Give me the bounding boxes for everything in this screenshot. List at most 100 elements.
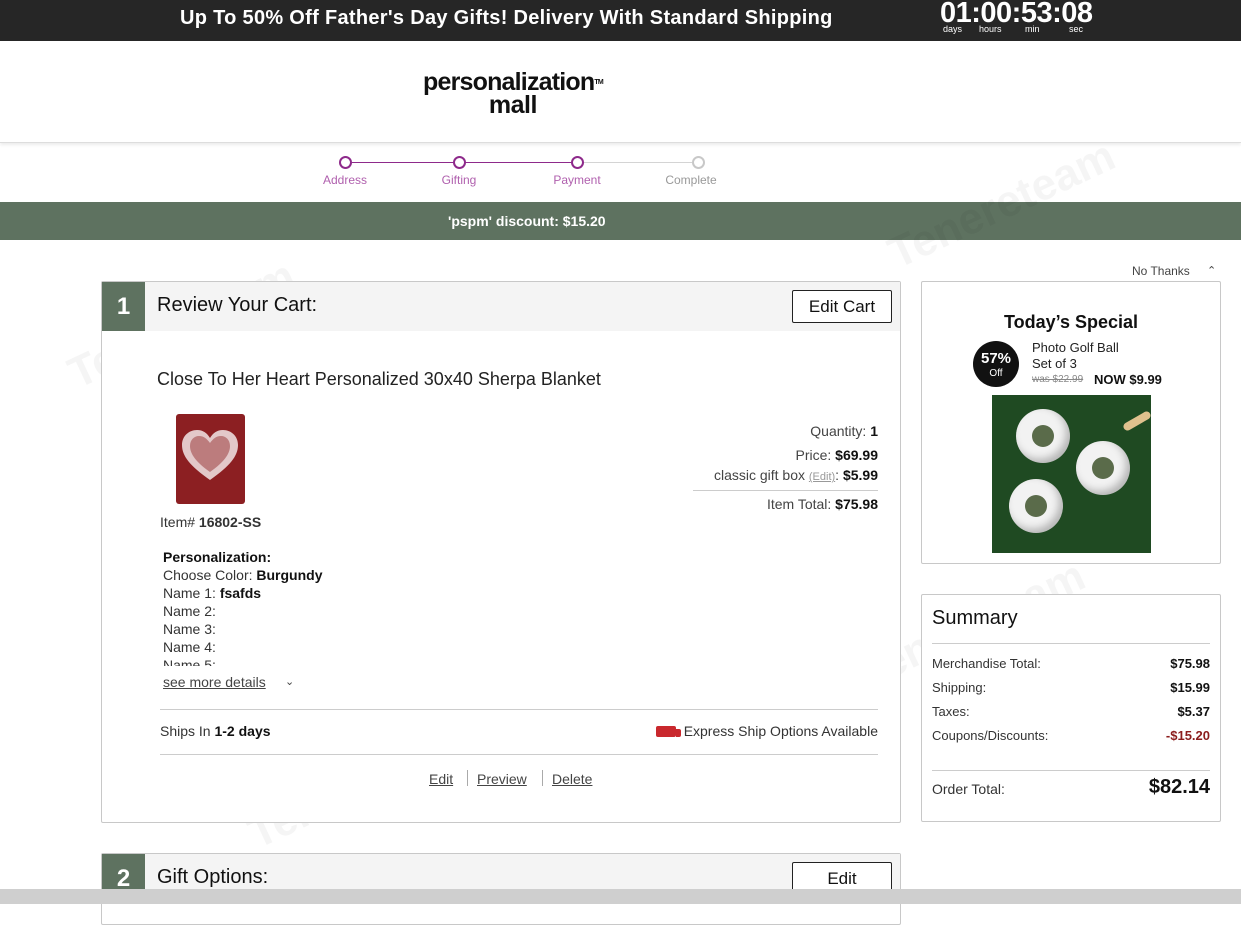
price-breakdown: Quantity: 1 Price: $69.99 classic gift b… — [638, 420, 878, 515]
checkout-progress: Address Gifting Payment Complete — [0, 142, 1241, 202]
divider — [160, 754, 878, 755]
heart-design-icon — [182, 430, 238, 480]
edit-item-link[interactable]: Edit — [429, 771, 453, 787]
name1-value: fsafds — [219, 585, 262, 601]
item-number-label: Item# — [160, 514, 196, 530]
ships-in: Ships In 1-2 days — [160, 723, 271, 739]
name3-label: Name 3: — [163, 621, 216, 637]
divider — [932, 770, 1210, 771]
no-thanks-link[interactable]: No Thanks — [1132, 264, 1190, 278]
logo-tm: TM — [594, 79, 603, 86]
express-ship-info[interactable]: Express Ship Options Available — [655, 723, 878, 739]
delete-item-link[interactable]: Delete — [552, 771, 592, 787]
order-summary-panel: Summary Merchandise Total: $75.98 Shippi… — [921, 594, 1221, 822]
discount-off-label: Off — [989, 368, 1003, 379]
timer-label-days: days — [943, 24, 963, 34]
step-label-gifting[interactable]: Gifting — [442, 173, 477, 187]
step-label-address[interactable]: Address — [323, 173, 367, 187]
price-label: Price: — [795, 447, 832, 463]
step-number: 1 — [102, 282, 145, 331]
item-total-value: $75.98 — [835, 496, 878, 512]
caret-up-icon[interactable]: ⌃ — [1207, 264, 1216, 277]
order-total-value: $82.14 — [1148, 776, 1210, 798]
product-title[interactable]: Close To Her Heart Personalized 30x40 Sh… — [157, 369, 601, 390]
name4-label: Name 4: — [163, 639, 216, 655]
discount-percent: 57% — [980, 350, 1012, 367]
summary-row-shipping: Shipping: $15.99 — [932, 680, 1210, 695]
summary-value: $75.98 — [1170, 656, 1210, 671]
special-name-line-2: Set of 3 — [1032, 356, 1077, 371]
summary-label: Taxes: — [932, 704, 970, 719]
edit-cart-button[interactable]: Edit Cart — [792, 290, 892, 323]
special-name-line-1: Photo Golf Ball — [1032, 340, 1119, 355]
timer-label-sec: sec — [1069, 24, 1084, 34]
discount-text: 'pspm' discount: $15.20 — [448, 213, 606, 229]
special-now-price: NOW $9.99 — [1094, 372, 1162, 387]
quantity-value: 1 — [870, 423, 878, 439]
panel-header: Review Your Cart: — [145, 282, 900, 331]
summary-value: $15.99 — [1170, 680, 1210, 695]
summary-title: Summary — [932, 607, 1018, 629]
ships-value: 1-2 days — [214, 723, 271, 739]
special-title: Today’s Special — [1003, 312, 1139, 332]
price-value: $69.99 — [835, 447, 878, 463]
special-product-name[interactable]: Photo Golf Ball Set of 3 — [1032, 340, 1119, 372]
name5-label: Name 5: — [163, 657, 216, 666]
golf-ball — [1009, 479, 1063, 533]
summary-label: Coupons/Discounts: — [932, 728, 1049, 743]
summary-label: Merchandise Total: — [932, 656, 1041, 671]
panel-title: Review Your Cart: — [157, 294, 318, 316]
divider — [160, 709, 878, 710]
preview-item-link[interactable]: Preview — [477, 771, 527, 787]
logo-line-2: mall — [488, 91, 538, 119]
step-dot-address[interactable] — [339, 156, 352, 169]
progress-line-3 — [582, 162, 692, 163]
personalization-details: Personalization: Choose Color: Burgundy … — [163, 548, 323, 666]
summary-value: -$15.20 — [1165, 728, 1210, 743]
step-dot-payment — [571, 156, 584, 169]
action-separator — [542, 770, 543, 786]
site-logo[interactable]: personalizationTM mall — [423, 70, 604, 119]
name2-label: Name 2: — [163, 603, 216, 619]
chevron-down-icon[interactable]: ⌄ — [285, 675, 294, 688]
golf-tee — [1122, 410, 1151, 432]
timer-label-min: min — [1025, 24, 1040, 34]
step-label-payment: Payment — [553, 173, 601, 187]
express-ship-text: Express Ship Options Available — [683, 723, 878, 739]
golf-ball — [1076, 441, 1130, 495]
todays-special-panel: Today’s Special 57% Off Photo Golf Ball … — [921, 281, 1221, 564]
discount-banner: 'pspm' discount: $15.20 — [0, 202, 1241, 240]
giftbox-label: classic gift box — [713, 467, 805, 483]
promo-text: Up To 50% Off Father's Day Gifts! Delive… — [180, 7, 833, 29]
personalization-heading: Personalization: — [163, 549, 272, 565]
item-number-value: 16802-SS — [198, 514, 262, 530]
giftbox-price: $5.99 — [842, 467, 878, 483]
color-value: Burgundy — [256, 567, 323, 583]
product-image[interactable] — [176, 414, 245, 504]
divider — [932, 643, 1210, 644]
horizontal-scrollbar[interactable] — [0, 889, 1241, 904]
panel-title: Gift Options: — [157, 866, 269, 888]
truck-icon — [655, 726, 681, 737]
special-was-price: was $22.99 — [1032, 374, 1084, 385]
site-header: personalizationTM mall — [0, 41, 1241, 143]
quantity-label: Quantity: — [810, 423, 867, 439]
review-cart-panel: 1 Review Your Cart: Edit Cart Close To H… — [101, 281, 901, 823]
name1-label: Name 1: — [163, 585, 216, 601]
ships-label: Ships In — [160, 723, 211, 739]
see-more-details-link[interactable]: see more details — [163, 674, 266, 690]
order-total-label: Order Total: — [932, 781, 1005, 797]
summary-row-taxes: Taxes: $5.37 — [932, 704, 1210, 719]
discount-badge: 57% Off — [973, 341, 1019, 387]
golf-ball — [1016, 409, 1070, 463]
action-separator — [467, 770, 468, 786]
summary-value: $5.37 — [1177, 704, 1210, 719]
item-total-label: Item Total: — [766, 496, 832, 512]
item-number: Item# 16802-SS — [160, 514, 261, 530]
special-product-image[interactable] — [992, 395, 1151, 553]
step-label-complete: Complete — [665, 173, 717, 187]
summary-row-merchandise: Merchandise Total: $75.98 — [932, 656, 1210, 671]
giftbox-edit-link[interactable]: (Edit) — [809, 471, 835, 483]
order-total: Order Total: $82.14 — [932, 776, 1210, 798]
step-dot-gifting[interactable] — [453, 156, 466, 169]
